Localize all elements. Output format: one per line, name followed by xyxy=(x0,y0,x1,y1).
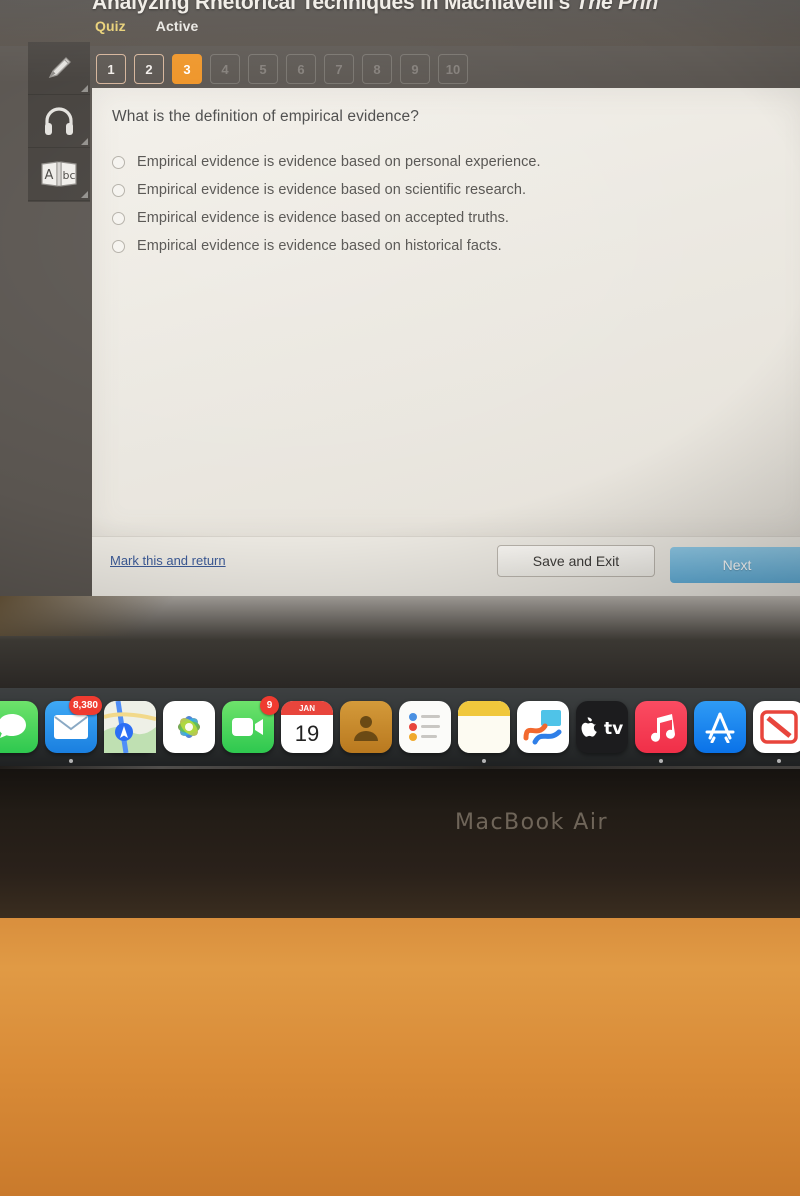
question-tab-9: 9 xyxy=(400,54,430,84)
mail-running-dot xyxy=(69,759,73,763)
dock-item-notes[interactable] xyxy=(458,701,510,763)
calendar-month: JAN xyxy=(281,701,333,715)
mail-badge: 8,380 xyxy=(68,696,102,715)
tool-rail: A bc xyxy=(28,42,90,202)
tab-quiz[interactable]: Quiz xyxy=(95,18,126,34)
dock-item-maps[interactable] xyxy=(104,701,156,753)
highlighter-icon xyxy=(42,51,76,85)
question-tab-2[interactable]: 2 xyxy=(134,54,164,84)
dock-item-calendar[interactable]: JAN 19 xyxy=(281,701,333,753)
photos-icon xyxy=(168,706,210,748)
appstore-icon xyxy=(703,711,737,743)
dock-item-news[interactable] xyxy=(753,701,800,763)
dock-item-music[interactable] xyxy=(635,701,687,763)
dock-item-appstore[interactable] xyxy=(694,701,746,753)
question-tab-3[interactable]: 3 xyxy=(172,54,202,84)
question-panel: What is the definition of empirical evid… xyxy=(92,88,800,536)
dock-item-messages[interactable] xyxy=(0,701,38,753)
mail-icon xyxy=(53,714,89,740)
question-tab-4: 4 xyxy=(210,54,240,84)
dock-item-facetime[interactable]: 9 xyxy=(222,696,279,753)
svg-text:A: A xyxy=(45,168,54,183)
svg-text:bc: bc xyxy=(62,169,75,182)
question-tab-7: 7 xyxy=(324,54,354,84)
notes-icon xyxy=(458,701,510,753)
music-running-dot xyxy=(659,759,663,763)
quiz-header: Analyzing Rhetorical Techniques in Machi… xyxy=(0,0,800,46)
answer-choice-2[interactable]: Empirical evidence is evidence based on … xyxy=(112,176,762,204)
tool-text-to-speech[interactable] xyxy=(28,95,90,148)
question-text: What is the definition of empirical evid… xyxy=(112,108,419,125)
page-title: Analyzing Rhetorical Techniques in Machi… xyxy=(92,0,659,14)
laptop-lower-bezel xyxy=(0,766,800,918)
question-nav: 1 2 3 4 5 6 7 8 9 10 xyxy=(96,54,468,84)
contacts-icon xyxy=(350,711,382,743)
news-icon xyxy=(759,709,799,745)
radio-button-1[interactable] xyxy=(112,155,125,169)
dock-item-photos[interactable] xyxy=(163,701,215,753)
question-tab-8: 8 xyxy=(362,54,392,84)
macbook-air-branding: MacBook Air xyxy=(455,810,609,835)
answer-choice-4-label: Empirical evidence is evidence based on … xyxy=(137,238,502,254)
appletv-icon: tv xyxy=(580,717,624,737)
mark-this-and-return-link[interactable]: Mark this and return xyxy=(110,553,226,568)
radio-button-4[interactable] xyxy=(112,239,125,253)
notes-running-dot xyxy=(482,759,486,763)
hinge-highlight xyxy=(0,766,800,769)
radio-button-2[interactable] xyxy=(112,183,125,197)
news-running-dot xyxy=(777,759,781,763)
screen-bezel-lower xyxy=(0,596,800,688)
messages-icon xyxy=(0,711,29,743)
quiz-footer: Mark this and return Save and Exit Next xyxy=(92,536,800,596)
save-and-exit-button[interactable]: Save and Exit xyxy=(497,545,655,577)
tool-highlighter[interactable] xyxy=(28,42,90,95)
facetime-badge: 9 xyxy=(260,696,279,715)
dock-item-reminders[interactable] xyxy=(399,701,451,753)
answer-choice-3[interactable]: Empirical evidence is evidence based on … xyxy=(112,204,762,232)
keyboard: F2 F3 F4 F5 F6 xyxy=(0,918,800,1196)
quiz-subtabs: Quiz Active xyxy=(95,18,198,34)
tool-dictionary[interactable]: A bc xyxy=(28,148,90,201)
reminders-icon xyxy=(408,712,442,742)
answer-choice-1-label: Empirical evidence is evidence based on … xyxy=(137,154,541,170)
answer-choice-1[interactable]: Empirical evidence is evidence based on … xyxy=(112,148,762,176)
laptop-screen: Analyzing Rhetorical Techniques in Machi… xyxy=(0,0,800,596)
dock-item-freeform[interactable] xyxy=(517,701,569,753)
dock-item-mail[interactable]: 8,380 xyxy=(45,696,102,763)
freeform-icon xyxy=(523,708,563,746)
facetime-icon xyxy=(231,715,265,739)
answer-choice-4[interactable]: Empirical evidence is evidence based on … xyxy=(112,232,762,260)
maps-icon xyxy=(104,701,156,753)
svg-text:tv: tv xyxy=(604,719,623,737)
answer-choices: Empirical evidence is evidence based on … xyxy=(112,148,762,260)
dictionary-icon: A bc xyxy=(39,159,79,189)
question-tab-10: 10 xyxy=(438,54,468,84)
music-icon xyxy=(646,712,676,742)
dock-item-contacts[interactable] xyxy=(340,701,392,753)
next-button-wrap: Next xyxy=(670,547,800,583)
question-tab-1[interactable]: 1 xyxy=(96,54,126,84)
macos-dock: 8,380 9 JAN 19 tv xyxy=(0,688,800,766)
dock-item-appletv[interactable]: tv xyxy=(576,701,628,753)
question-tab-5: 5 xyxy=(248,54,278,84)
headphones-icon xyxy=(42,106,76,136)
answer-choice-3-label: Empirical evidence is evidence based on … xyxy=(137,210,509,226)
calendar-day: 19 xyxy=(294,721,320,746)
question-tab-6: 6 xyxy=(286,54,316,84)
answer-choice-2-label: Empirical evidence is evidence based on … xyxy=(137,182,527,198)
status-active: Active xyxy=(155,18,199,34)
next-button[interactable]: Next xyxy=(670,547,800,583)
radio-button-3[interactable] xyxy=(112,211,125,225)
